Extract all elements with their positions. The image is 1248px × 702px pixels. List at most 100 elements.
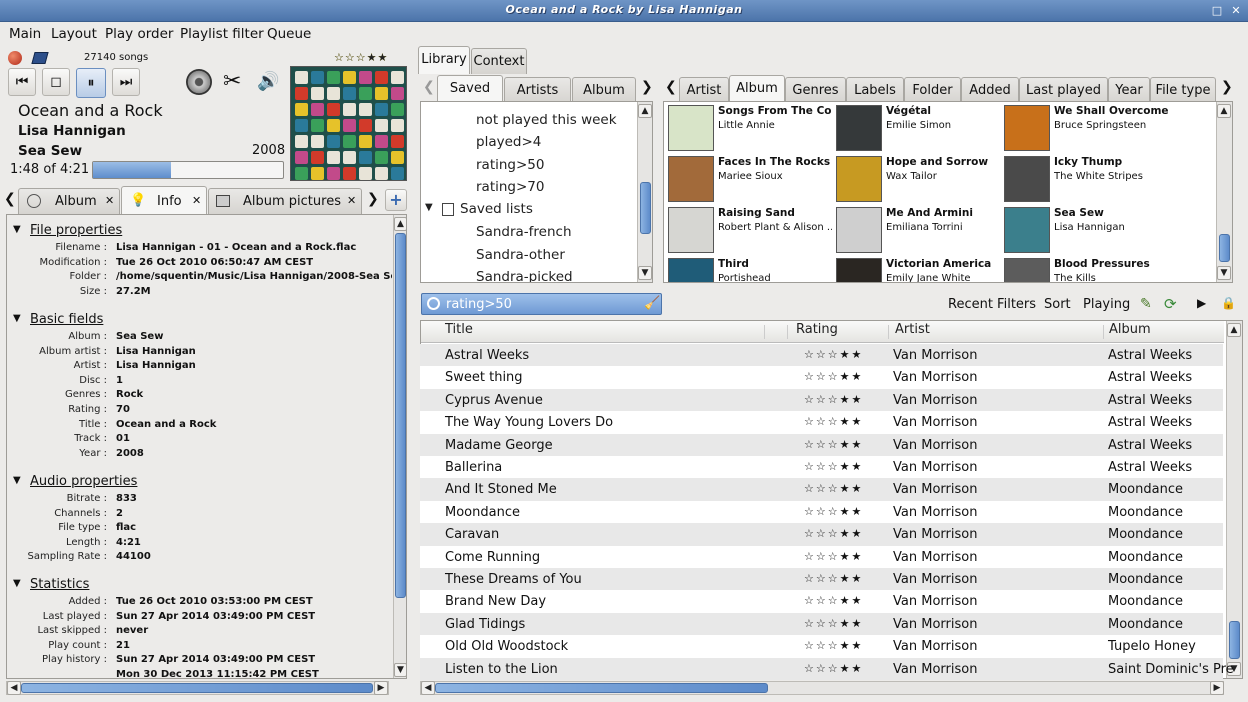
section-expander-icon[interactable]: ▼ [13,475,21,486]
tab-browse-genres[interactable]: Genres [785,77,846,103]
tab-album[interactable]: Album ✕ [18,188,120,214]
volume-knob-icon[interactable] [186,69,212,95]
column-rating[interactable]: Rating [796,322,838,342]
section-expander-icon[interactable]: ▼ [13,578,21,589]
track-row[interactable]: The Way Young Lovers Do ☆☆☆★★ Van Morrison… [420,411,1223,434]
stop-button[interactable]: ◻ [42,68,70,96]
scroll-left-icon[interactable]: ◀ [7,681,21,695]
menu-play-order[interactable]: Play order [105,26,173,42]
next-button[interactable]: ⏭ [112,68,140,96]
tabs-scroll-right-icon[interactable]: ❯ [367,191,379,207]
album-tile[interactable]: We Shall Overcome... Bruce Springsteen [1002,103,1168,153]
filter-follow-icon[interactable]: ✎ [1140,296,1152,312]
scroll-thumb[interactable] [395,233,406,598]
scroll-thumb[interactable] [1219,234,1230,262]
saved-tabs-left-icon[interactable]: ❮ [423,79,435,95]
track-rating[interactable]: ☆☆☆★★ [804,572,863,585]
menu-main[interactable]: Main [9,26,41,42]
album-tile[interactable]: Raising Sand Robert Plant & Alison ... [666,205,832,255]
track-row[interactable]: Cyprus Avenue ☆☆☆★★ Van Morrison Astral Wee… [420,388,1223,412]
track-row[interactable]: Come Running ☆☆☆★★ Van Morrison Moondance [420,545,1223,568]
track-row[interactable]: Listen to the Lion ☆☆☆★★ Van Morrison Saint… [420,657,1234,680]
scroll-up-icon[interactable]: ▲ [394,217,406,231]
tab-browse-added[interactable]: Added [961,77,1019,103]
scroll-down-icon[interactable]: ▼ [638,266,652,280]
tree-item[interactable]: Sandra-other [476,247,565,263]
album-vscrollbar[interactable]: ▲ ▼ [1216,102,1232,282]
column-title[interactable]: Title [445,322,473,342]
track-rating[interactable]: ☆☆☆★★ [804,527,863,540]
close-tab-icon[interactable]: ✕ [105,194,114,207]
close-tab-icon[interactable]: ✕ [192,194,201,207]
tree-group[interactable]: Saved lists [460,201,533,217]
scroll-down-icon[interactable]: ▼ [394,663,406,677]
tab-saved[interactable]: Saved [437,75,503,103]
menu-layout[interactable]: Layout [51,26,97,42]
songlist-vscrollbar[interactable]: ▲ ▼ [1226,321,1242,678]
album-cover[interactable] [290,66,407,181]
browse-tabs-left-icon[interactable]: ❮ [665,79,677,95]
hscroll-thumb[interactable] [435,683,768,693]
progress-bar[interactable] [92,161,284,179]
album-tile[interactable]: Végétal Emilie Simon [834,103,1000,153]
section-expander-icon[interactable]: ▼ [13,224,21,235]
sort-button[interactable]: Sort [1044,297,1071,312]
info-section-title[interactable]: Audio properties [30,474,137,489]
filter-input[interactable]: rating>50 🧹 [421,293,662,315]
scroll-right-icon[interactable]: ▶ [1210,681,1224,695]
tab-browse-artist[interactable]: Artist [679,77,729,103]
album-tile[interactable]: Icky Thump The White Stripes [1002,154,1168,204]
track-rating[interactable]: ☆☆☆★★ [804,662,863,675]
settings-tools-icon[interactable]: ✂ [223,69,241,95]
album-tile[interactable]: Victorian America Emily Jane White [834,256,1000,282]
tabs-scroll-left-icon[interactable]: ❮ [4,191,16,207]
info-section-title[interactable]: Basic fields [30,312,103,327]
column-album[interactable]: Album [1109,322,1151,342]
tree-vscrollbar[interactable]: ▲ ▼ [637,102,652,282]
album-tile[interactable]: Sea Sew Lisa Hannigan [1002,205,1168,255]
track-row[interactable]: Brand New Day ☆☆☆★★ Van Morrison Moondance [420,590,1223,613]
tab-context[interactable]: Context [471,48,527,74]
track-row[interactable]: Caravan ☆☆☆★★ Van Morrison Moondance [420,523,1223,546]
track-rating[interactable]: ☆☆☆★★ [804,415,863,428]
window-titlebar[interactable]: Ocean and a Rock by Lisa Hannigan □ ✕ [0,0,1248,22]
lock-icon[interactable]: 🔒 [1221,296,1236,310]
menu-queue[interactable]: Queue [267,26,311,42]
scroll-down-icon[interactable]: ▼ [1217,266,1231,280]
track-row[interactable]: Glad Tidings ☆☆☆★★ Van Morrison Moondance [420,612,1223,636]
tab-browse-last-played[interactable]: Last played [1019,77,1108,103]
maximize-icon[interactable]: □ [1210,4,1224,18]
tab-album-browse[interactable]: Album [572,77,636,103]
tab-browse-year[interactable]: Year [1108,77,1150,103]
tab-album-pictures[interactable]: Album pictures ✕ [208,188,362,214]
scroll-left-icon[interactable]: ◀ [421,681,435,695]
track-row[interactable]: Madame George ☆☆☆★★ Van Morrison Astral Wee… [420,433,1223,456]
tree-item[interactable]: played>4 [476,134,541,150]
play-small-icon[interactable]: ▶ [1197,296,1206,310]
album-tile[interactable]: Third Portishead [666,256,832,282]
track-row[interactable]: Moondance ☆☆☆★★ Van Morrison Moondance [420,500,1223,524]
track-rating[interactable]: ☆☆☆★★ [804,550,863,563]
scroll-thumb[interactable] [640,182,651,234]
column-artist[interactable]: Artist [895,322,930,342]
browse-tabs-right-icon[interactable]: ❯ [1221,79,1233,95]
track-rating[interactable]: ☆☆☆★★ [804,348,863,361]
tab-browse-labels[interactable]: Labels [846,77,904,103]
tab-info[interactable]: 💡 Info ✕ [121,186,207,214]
recent-filters-button[interactable]: Recent Filters [948,297,1036,312]
scroll-right-icon[interactable]: ▶ [374,681,388,695]
clear-filter-icon[interactable]: 🧹 [644,296,660,311]
add-tab-button[interactable]: + [385,189,407,211]
album-tile[interactable]: Blood Pressures The Kills [1002,256,1168,282]
album-tile[interactable]: Songs From The Co... Little Annie [666,103,832,153]
speaker-icon[interactable]: 🔊 [257,71,279,92]
info-vscrollbar[interactable]: ▲ ▼ [393,215,406,678]
info-section-title[interactable]: File properties [30,223,122,238]
tab-browse-album[interactable]: Album [729,75,785,103]
track-rating[interactable]: ☆☆☆★★ [804,370,863,383]
tree-item[interactable]: Sandra-picked [476,269,573,282]
track-row[interactable]: These Dreams of You ☆☆☆★★ Van Morrison Moon… [420,568,1223,591]
saved-tabs-right-icon[interactable]: ❯ [641,79,653,95]
album-tile[interactable]: Me And Armini Emiliana Torrini [834,205,1000,255]
scroll-up-icon[interactable]: ▲ [1217,104,1231,118]
